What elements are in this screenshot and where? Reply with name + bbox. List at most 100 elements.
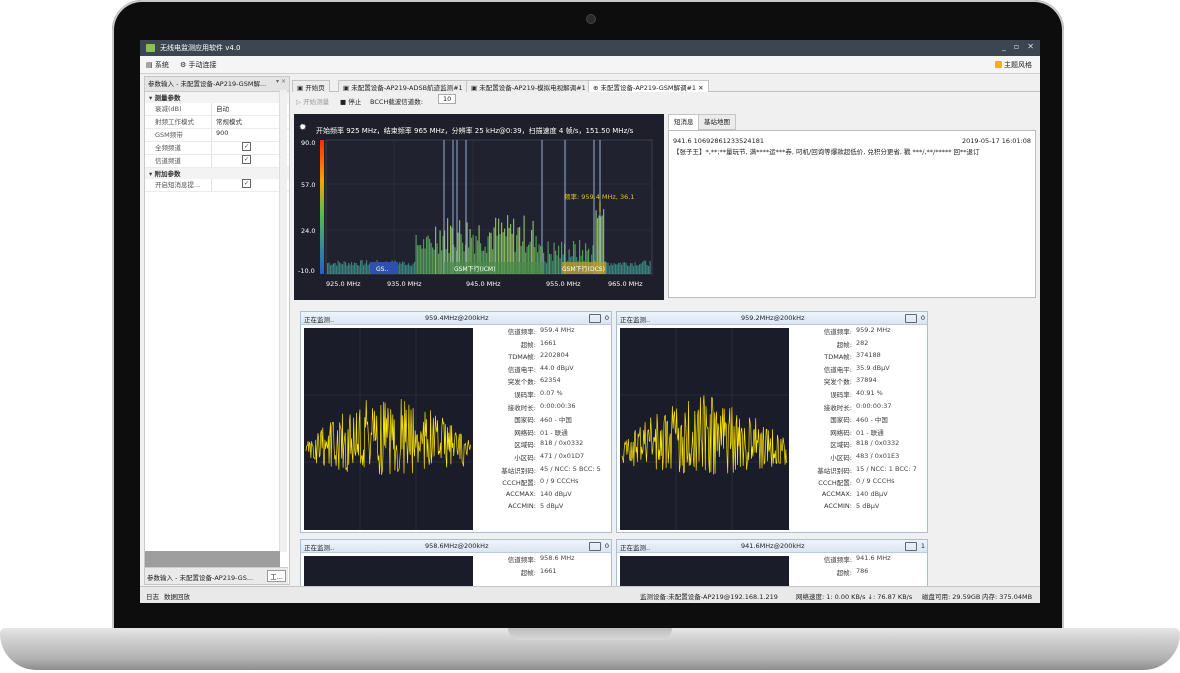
log-tab[interactable]: 日志 xyxy=(146,591,159,601)
mail-icon[interactable] xyxy=(589,542,601,551)
spectrum-bar xyxy=(336,265,338,274)
param-row[interactable]: 开启短消息提... ✓ xyxy=(145,179,289,192)
theme-menu[interactable]: 主题风格 xyxy=(995,60,1032,70)
x-tick: 935.0 MHz xyxy=(387,280,422,288)
laptop-notch xyxy=(508,628,672,640)
stat-row: 超帧: 1661 xyxy=(477,339,605,352)
stop-button[interactable]: ■ 停止 xyxy=(340,96,361,106)
param-row[interactable]: 全频频道 ✓ xyxy=(145,142,289,155)
stat-label: 信道频率: xyxy=(823,556,852,564)
manual-connect-menu[interactable]: ⚙ 手动连接 xyxy=(180,60,217,70)
spectrum-bar xyxy=(366,260,368,274)
stat-label: 接收时长: xyxy=(823,403,852,412)
param-row[interactable]: 射频工作模式 常规模式 xyxy=(145,116,289,129)
spectrum-bar xyxy=(618,262,620,274)
tab-gsm[interactable]: ⊕ 未配置设备-AP219-GSM解调#1 ✕ xyxy=(588,80,709,92)
mail-icon[interactable] xyxy=(905,542,917,551)
stat-label: 突发个数: xyxy=(823,378,852,387)
tab-basestation-map[interactable]: 基站地图 xyxy=(698,114,736,130)
spectrum-bar xyxy=(408,263,410,274)
tab-start[interactable]: ▣ 开始页 xyxy=(292,80,330,92)
monitor-panel: 正在监测.. 959.4MHz@200kHz 0 信道频率: 959.4 MHz 超帧… xyxy=(300,311,612,533)
stat-value: 0:00:00:36 xyxy=(540,401,576,410)
stat-value: 5 dBμV xyxy=(856,502,880,511)
spectrum-bar xyxy=(348,263,350,274)
spectrum-bar xyxy=(367,264,369,274)
stat-label: 信道电平: xyxy=(507,365,536,374)
spectrum-bar xyxy=(334,262,336,274)
checkbox[interactable]: ✓ xyxy=(242,142,251,151)
spectrum-bar xyxy=(426,236,428,274)
stat-value: 45 / NCC: 5 BCC: 5 xyxy=(540,464,601,473)
stats-list: 信道频率: 959.4 MHz 超帧: 1661 TDMA帧: 2202804 信道电平: 4… xyxy=(477,326,605,529)
checkbox[interactable]: ✓ xyxy=(242,155,251,164)
memory-usage: 内存: 375.04MB xyxy=(982,593,1033,601)
spectrum-bar xyxy=(432,247,434,274)
stat-label: ACCMIN: xyxy=(824,502,852,511)
stat-row: 突发个数: 37894 xyxy=(793,376,921,389)
stat-row: 信道电平: 44.0 dBμV xyxy=(477,364,605,377)
scrollbar[interactable] xyxy=(279,90,287,552)
footer-button[interactable]: 工... xyxy=(267,570,286,582)
sms-list[interactable]: 941.6 10692861233524181 2019-05-17 16:01… xyxy=(668,130,1036,298)
start-button[interactable]: ▷ 开始测量 xyxy=(296,96,329,106)
stat-row: 信道频率: 959.4 MHz xyxy=(477,326,605,339)
theme-icon xyxy=(995,61,1002,68)
stat-row: 接收时长: 0:00:00:36 xyxy=(477,402,605,415)
stat-value: 40.91 % xyxy=(856,388,883,397)
spectrum-bar xyxy=(648,265,650,274)
stat-value: 1661 xyxy=(540,338,557,347)
close-button[interactable]: ✕ xyxy=(1027,42,1034,51)
mail-icon[interactable] xyxy=(589,314,601,323)
checkbox[interactable]: ✓ xyxy=(242,179,251,188)
pin-icon[interactable]: ▾ × xyxy=(276,78,286,85)
stat-label: TDMA帧: xyxy=(508,353,536,362)
bcch-input[interactable]: 10 xyxy=(438,94,457,104)
spectrum-bar xyxy=(642,261,644,274)
spectrum-bar xyxy=(409,265,411,274)
spectrum-bar xyxy=(429,239,431,274)
window-title: 无线电监测应用软件 v4.0 xyxy=(160,44,241,52)
spectrum-bar xyxy=(415,234,417,274)
tab-tv[interactable]: ▣ 未配置设备-AP219-模拟电视解调#1 xyxy=(466,80,591,92)
spectrum-bar xyxy=(615,264,617,274)
spectrum-bar xyxy=(609,265,611,274)
y-tick: 24.0 xyxy=(301,227,315,235)
stat-value: 15 / NCC: 1 BCC: 7 xyxy=(856,464,917,473)
spectrum-bar xyxy=(345,262,347,274)
tab-adsb[interactable]: ▣ 未配置设备-AP219-ADSB航迹监测#1 xyxy=(338,80,468,92)
group-measure[interactable]: ▾ 测量参数 xyxy=(145,92,289,103)
stat-row: 信道频率: 941.6 MHz xyxy=(793,554,921,567)
footer-tab[interactable]: 参数输入 - 未配置设备-AP219-GS... xyxy=(147,572,253,582)
param-row[interactable]: GSM频带 900 xyxy=(145,129,289,142)
monitor-panel: 正在监测.. 959.2MHz@200kHz 0 信道频率: 959.2 MHz 超帧… xyxy=(616,311,928,533)
stat-value: 140 dBμV xyxy=(540,489,572,498)
stat-label: 区域码: xyxy=(830,441,852,450)
stat-value: 471 / 0x01D7 xyxy=(540,451,585,460)
mail-icon[interactable] xyxy=(905,314,917,323)
spectrum-bar xyxy=(400,263,402,274)
stat-label: 超帧: xyxy=(836,340,852,349)
stat-value: 959.4 MHz xyxy=(540,326,575,334)
stats-list: 信道频率: 959.2 MHz 超帧: 282 TDMA帧: 374188 信道电平: 35.… xyxy=(793,326,921,529)
spectrum-bar xyxy=(607,262,609,274)
spectrum-bar xyxy=(630,263,632,274)
maximize-button[interactable]: ▫ xyxy=(1014,42,1019,51)
system-menu[interactable]: ▤ 系统 xyxy=(146,60,169,70)
stat-row: TDMA帧: 374188 xyxy=(793,351,921,364)
stat-label: 国家码: xyxy=(514,416,536,425)
group-extra[interactable]: ▾ 附加参数 xyxy=(145,168,289,179)
stat-row: CCCH配置: 0 / 9 CCCHs xyxy=(477,477,605,490)
tab-sms[interactable]: 短消息 xyxy=(668,114,700,130)
spectrum-bar xyxy=(328,262,330,274)
minimize-button[interactable]: _ xyxy=(1002,42,1006,51)
camera-icon xyxy=(586,14,596,24)
param-row[interactable]: 衰减(dB) 自动 xyxy=(145,103,289,116)
spectrum-bar xyxy=(427,235,429,274)
replay-tab[interactable]: 数据回放 xyxy=(164,591,190,601)
spectrum-bar xyxy=(360,260,362,274)
param-row[interactable]: 信道频道 ✓ xyxy=(145,155,289,168)
spectrum-bar xyxy=(358,265,360,274)
stat-value: 460 - 中国 xyxy=(540,416,572,425)
stat-row: 超帧: 282 xyxy=(793,339,921,352)
